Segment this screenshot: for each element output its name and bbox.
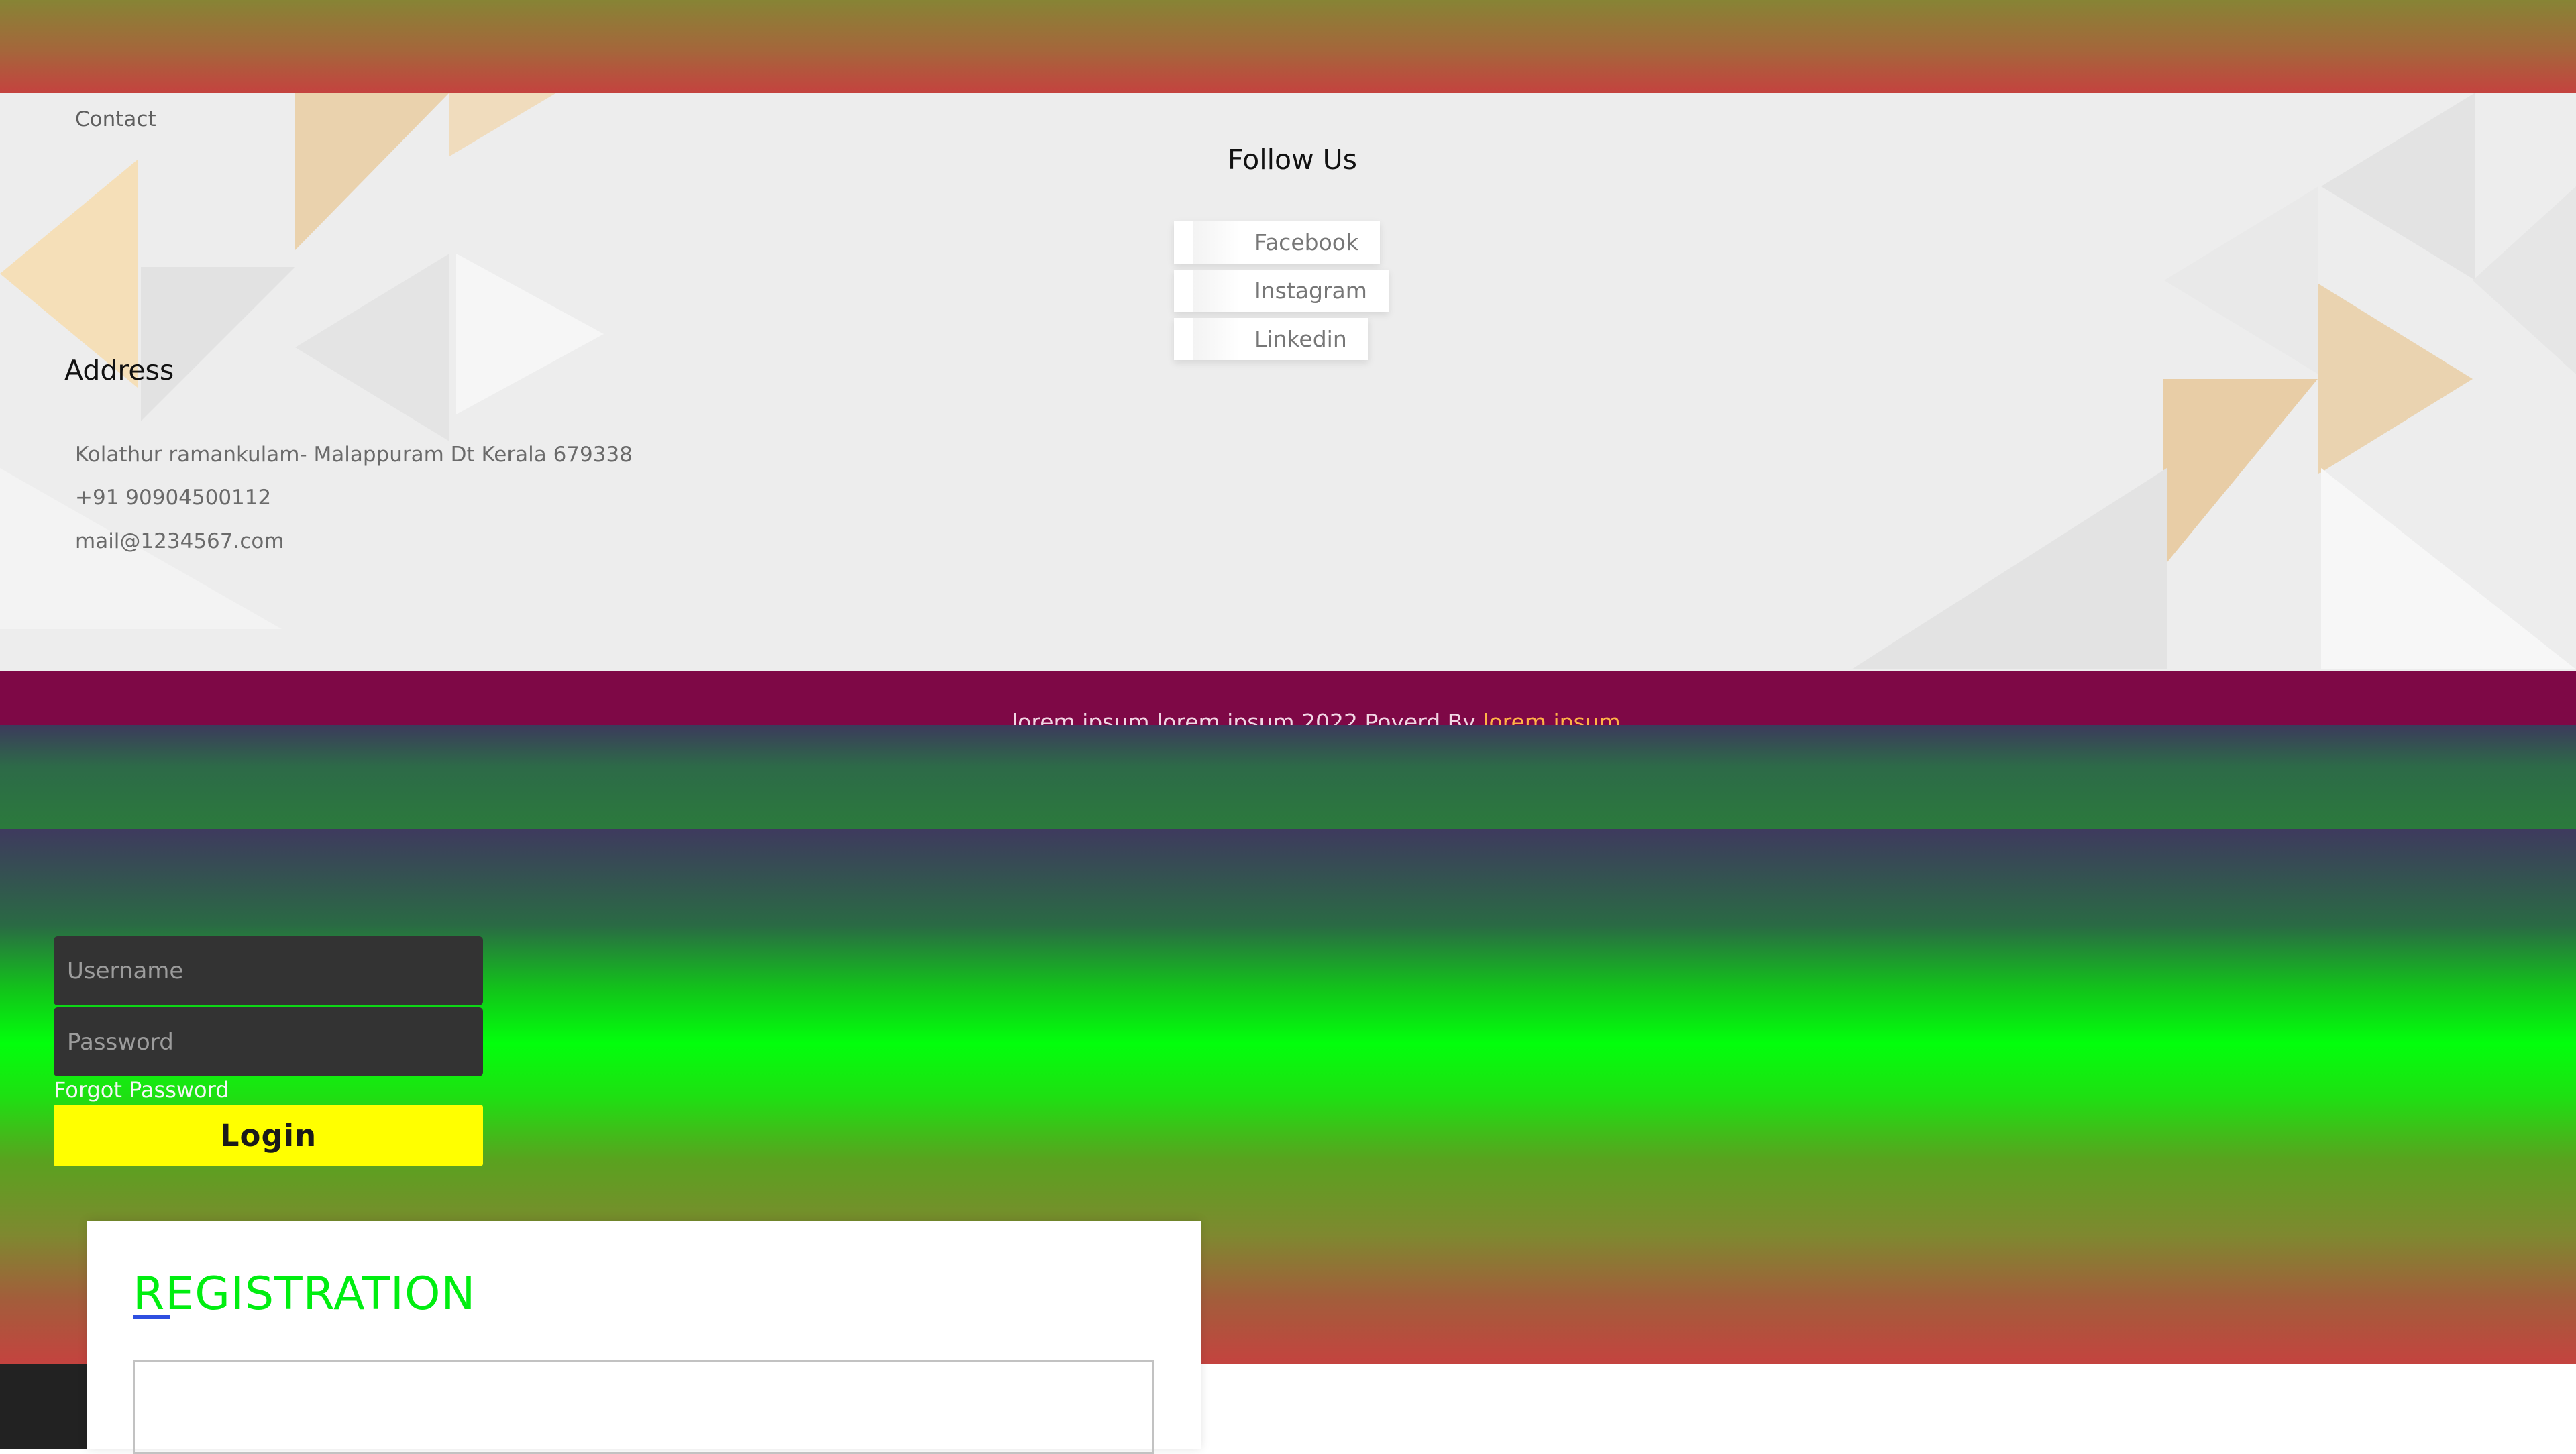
decor-triangle <box>2163 379 2318 567</box>
decor-triangle <box>449 93 557 156</box>
social-link-label: Instagram <box>1254 278 1367 304</box>
follow-us-heading: Follow Us <box>1228 144 1358 176</box>
email-address: mail@1234567.com <box>75 529 284 553</box>
decor-triangle <box>2473 186 2576 374</box>
social-link-linkedin[interactable]: Linkedin <box>1174 318 1368 360</box>
social-link-label: Linkedin <box>1254 326 1347 352</box>
instagram-icon <box>1193 270 1240 312</box>
decor-triangle <box>0 160 138 388</box>
copyright-text: lorem ipsum lorem ipsum 2022 Poyerd By l… <box>1012 709 1621 725</box>
social-link-instagram[interactable]: Instagram <box>1174 270 1389 312</box>
decor-triangle <box>1851 468 2167 669</box>
dark-corner-block <box>0 1364 87 1449</box>
social-link-facebook[interactable]: Facebook <box>1174 221 1381 264</box>
title-underline <box>133 1315 170 1319</box>
login-button[interactable]: Login <box>54 1105 483 1166</box>
decor-triangle <box>2164 186 2318 374</box>
forgot-password-link[interactable]: Forgot Password <box>54 1077 229 1103</box>
copyright-link[interactable]: lorem ipsum <box>1483 709 1621 725</box>
decor-triangle <box>295 93 449 250</box>
header-gradient-band <box>0 725 2576 829</box>
address-line: Kolathur ramankulam- Malappuram Dt Keral… <box>75 443 633 467</box>
decor-triangle <box>2321 468 2576 669</box>
decor-triangle <box>2321 93 2475 280</box>
address-heading: Address <box>64 354 174 386</box>
username-input[interactable]: Username <box>54 936 483 1005</box>
registration-title: REGISTRATION <box>133 1268 476 1321</box>
linkedin-icon <box>1193 318 1240 360</box>
decor-triangle <box>2318 284 2473 474</box>
facebook-icon <box>1193 221 1240 264</box>
footer-contact-link[interactable]: Contact <box>75 107 156 131</box>
decor-triangle <box>141 267 295 421</box>
phone-number: +91 90904500112 <box>75 486 272 510</box>
registration-form-box[interactable] <box>133 1360 1154 1454</box>
social-link-label: Facebook <box>1254 229 1359 256</box>
decor-triangle <box>295 254 449 441</box>
registration-card: REGISTRATION <box>87 1221 1201 1454</box>
copyright-bar: lorem ipsum lorem ipsum 2022 Poyerd By l… <box>0 671 2576 725</box>
password-input[interactable]: Password <box>54 1007 483 1076</box>
top-gradient-band <box>0 0 2576 93</box>
footer: Contact Address Kolathur ramankulam- Mal… <box>0 93 2576 671</box>
copyright-label: lorem ipsum lorem ipsum 2022 Poyerd By <box>1012 709 1483 725</box>
decor-triangle <box>456 254 604 414</box>
